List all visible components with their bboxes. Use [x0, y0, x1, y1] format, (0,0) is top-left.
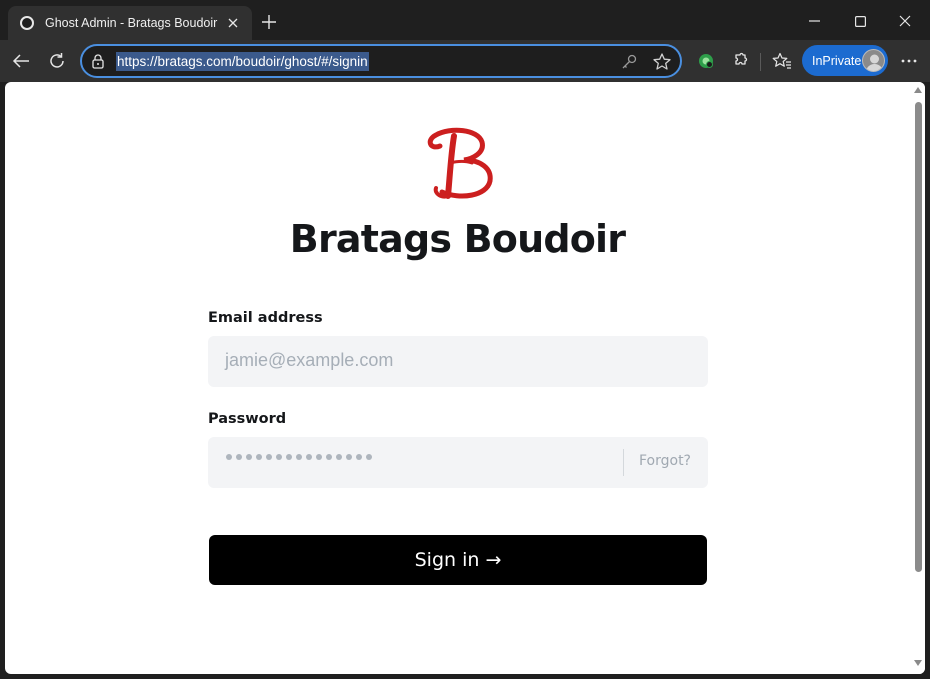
- forgot-password-link[interactable]: Forgot?: [639, 453, 691, 469]
- tab-title: Ghost Admin - Bratags Boudoir: [45, 16, 218, 30]
- toolbar-divider: [760, 53, 761, 71]
- password-dot: [296, 454, 302, 460]
- password-dot: [246, 454, 252, 460]
- password-dot: [226, 454, 232, 460]
- email-field[interactable]: jamie@example.com: [208, 336, 708, 387]
- favorites-button[interactable]: [769, 49, 795, 73]
- more-icon[interactable]: [896, 49, 922, 73]
- tab-active[interactable]: Ghost Admin - Bratags Boudoir: [8, 6, 252, 40]
- password-dot: [276, 454, 282, 460]
- email-placeholder: jamie@example.com: [225, 350, 394, 370]
- back-button[interactable]: [8, 49, 34, 73]
- scroll-down-icon[interactable]: [914, 660, 922, 666]
- password-dot: [236, 454, 242, 460]
- scroll-thumb[interactable]: [915, 102, 922, 572]
- site-logo: [420, 126, 500, 202]
- password-dot: [366, 454, 372, 460]
- password-dot: [266, 454, 272, 460]
- tab-close-icon[interactable]: [224, 14, 242, 32]
- password-dot: [346, 454, 352, 460]
- ghost-favicon-icon: [20, 16, 34, 30]
- inprivate-label: InPrivate: [812, 53, 862, 68]
- url-text[interactable]: https://bratags.com/boudoir/ghost/#/sign…: [116, 52, 369, 71]
- maximize-button[interactable]: [847, 9, 873, 33]
- minimize-button[interactable]: [801, 9, 827, 33]
- scroll-up-icon[interactable]: [914, 87, 922, 93]
- password-dot: [336, 454, 342, 460]
- new-tab-button[interactable]: [258, 11, 280, 33]
- inprivate-badge[interactable]: InPrivate: [802, 45, 888, 76]
- refresh-button[interactable]: [44, 49, 70, 73]
- star-icon[interactable]: [652, 52, 672, 72]
- forgot-divider: [623, 449, 624, 476]
- password-dot: [326, 454, 332, 460]
- browser-toolbar: https://bratags.com/boudoir/ghost/#/sign…: [0, 40, 930, 82]
- close-window-button[interactable]: [892, 9, 918, 33]
- extensions-button[interactable]: [728, 49, 754, 73]
- password-dot: [316, 454, 322, 460]
- signin-button[interactable]: Sign in →: [209, 535, 707, 585]
- email-label: Email address: [208, 310, 323, 326]
- site-title: Bratags Boudoir: [289, 217, 626, 261]
- title-bar: Ghost Admin - Bratags Boudoir: [0, 0, 930, 42]
- page-viewport: Bratags Boudoir Email address jamie@exam…: [5, 82, 925, 674]
- signin-form: Email address jamie@example.com Password…: [208, 310, 708, 488]
- extension-globe-icon[interactable]: [693, 49, 719, 73]
- password-dot: [256, 454, 262, 460]
- address-bar[interactable]: https://bratags.com/boudoir/ghost/#/sign…: [80, 44, 682, 78]
- lock-icon[interactable]: [90, 53, 106, 69]
- password-dot: [356, 454, 362, 460]
- password-label: Password: [208, 411, 287, 427]
- password-dot: [286, 454, 292, 460]
- key-icon[interactable]: [620, 53, 638, 71]
- password-mask: [226, 454, 372, 460]
- avatar: [862, 49, 885, 72]
- password-dot: [306, 454, 312, 460]
- scrollbar[interactable]: [911, 82, 925, 674]
- password-field[interactable]: Forgot?: [208, 437, 708, 488]
